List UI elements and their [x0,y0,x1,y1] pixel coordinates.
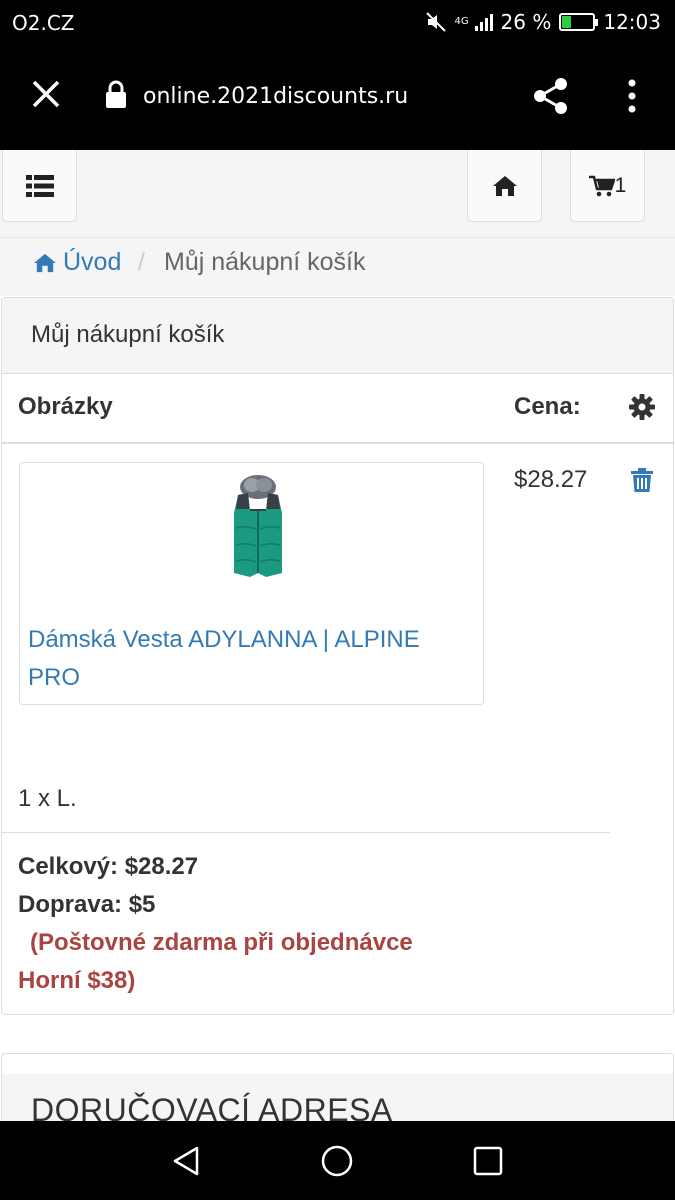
lock-icon [106,80,126,108]
cart-title: Můj nákupní košík [31,321,225,348]
home-circle-icon[interactable] [319,1143,355,1179]
product-name-link[interactable]: Dámská Vesta ADYLANNA | ALPINE PRO [28,621,468,697]
shipping-line: Doprava: $5 [18,891,156,918]
signal-icon [474,13,493,31]
gear-icon [629,394,655,420]
clock: 12:03 [603,10,661,34]
free-shipping-text: (Poštovné zdarma při objednávce Horní $3… [18,929,413,994]
column-images: Obrázky [18,393,113,420]
recents-icon[interactable] [470,1143,506,1179]
url-text[interactable]: online.2021discounts.ru [143,84,408,109]
free-shipping-note: (Poštovné zdarma při objednávce Horní $3… [18,924,458,1000]
total-line: Celkový: $28.27 [18,853,199,880]
site-navbar: 1 [0,150,675,238]
mute-icon [425,12,446,32]
cart-totals: Celkový: $28.27 Doprava: $5 [18,848,198,924]
close-icon[interactable] [28,76,64,112]
carrier-label: O2.CZ [12,11,75,35]
menu-button[interactable] [2,150,77,222]
breadcrumb-home-link[interactable]: Úvod [33,248,121,277]
back-icon[interactable] [169,1143,205,1179]
item-price: $28.27 [514,466,588,493]
cart-button[interactable]: 1 [570,150,645,222]
home-icon [34,253,56,272]
cart-panel: Můj nákupní košík Obrázky Cena: Dámská V… [1,297,674,1015]
breadcrumb-home-label: Úvod [63,248,122,276]
divider [2,832,610,833]
battery-icon [559,13,599,31]
network-type: 4G [454,16,469,27]
cart-panel-header: Můj nákupní košík [2,298,673,374]
column-price: Cena: [514,393,581,420]
breadcrumb-separator: / [138,248,145,276]
cart-count: 1 [614,173,627,197]
more-icon[interactable] [622,78,642,114]
status-bar: O2.CZ 4G 26 % 12:03 [0,0,675,46]
breadcrumb: Úvod / Můj nákupní košík [0,238,675,296]
breadcrumb-current: Můj nákupní košík [164,248,366,276]
table-header: Obrázky Cena: [2,374,673,444]
battery-percent: 26 % [500,10,552,34]
menu-list-icon [25,174,54,197]
share-icon[interactable] [531,76,571,116]
home-button[interactable] [467,150,542,222]
browser-toolbar: online.2021discounts.ru [0,46,675,150]
status-icons: 4G 26 % 12:03 [425,10,661,34]
trash-icon[interactable] [631,468,653,492]
home-icon [492,175,517,196]
product-card[interactable]: Dámská Vesta ADYLANNA | ALPINE PRO [19,462,484,705]
product-image[interactable] [226,473,290,581]
cart-icon [588,175,615,196]
system-nav-bar [0,1121,675,1200]
item-quantity-size: 1 x L. [18,785,77,812]
